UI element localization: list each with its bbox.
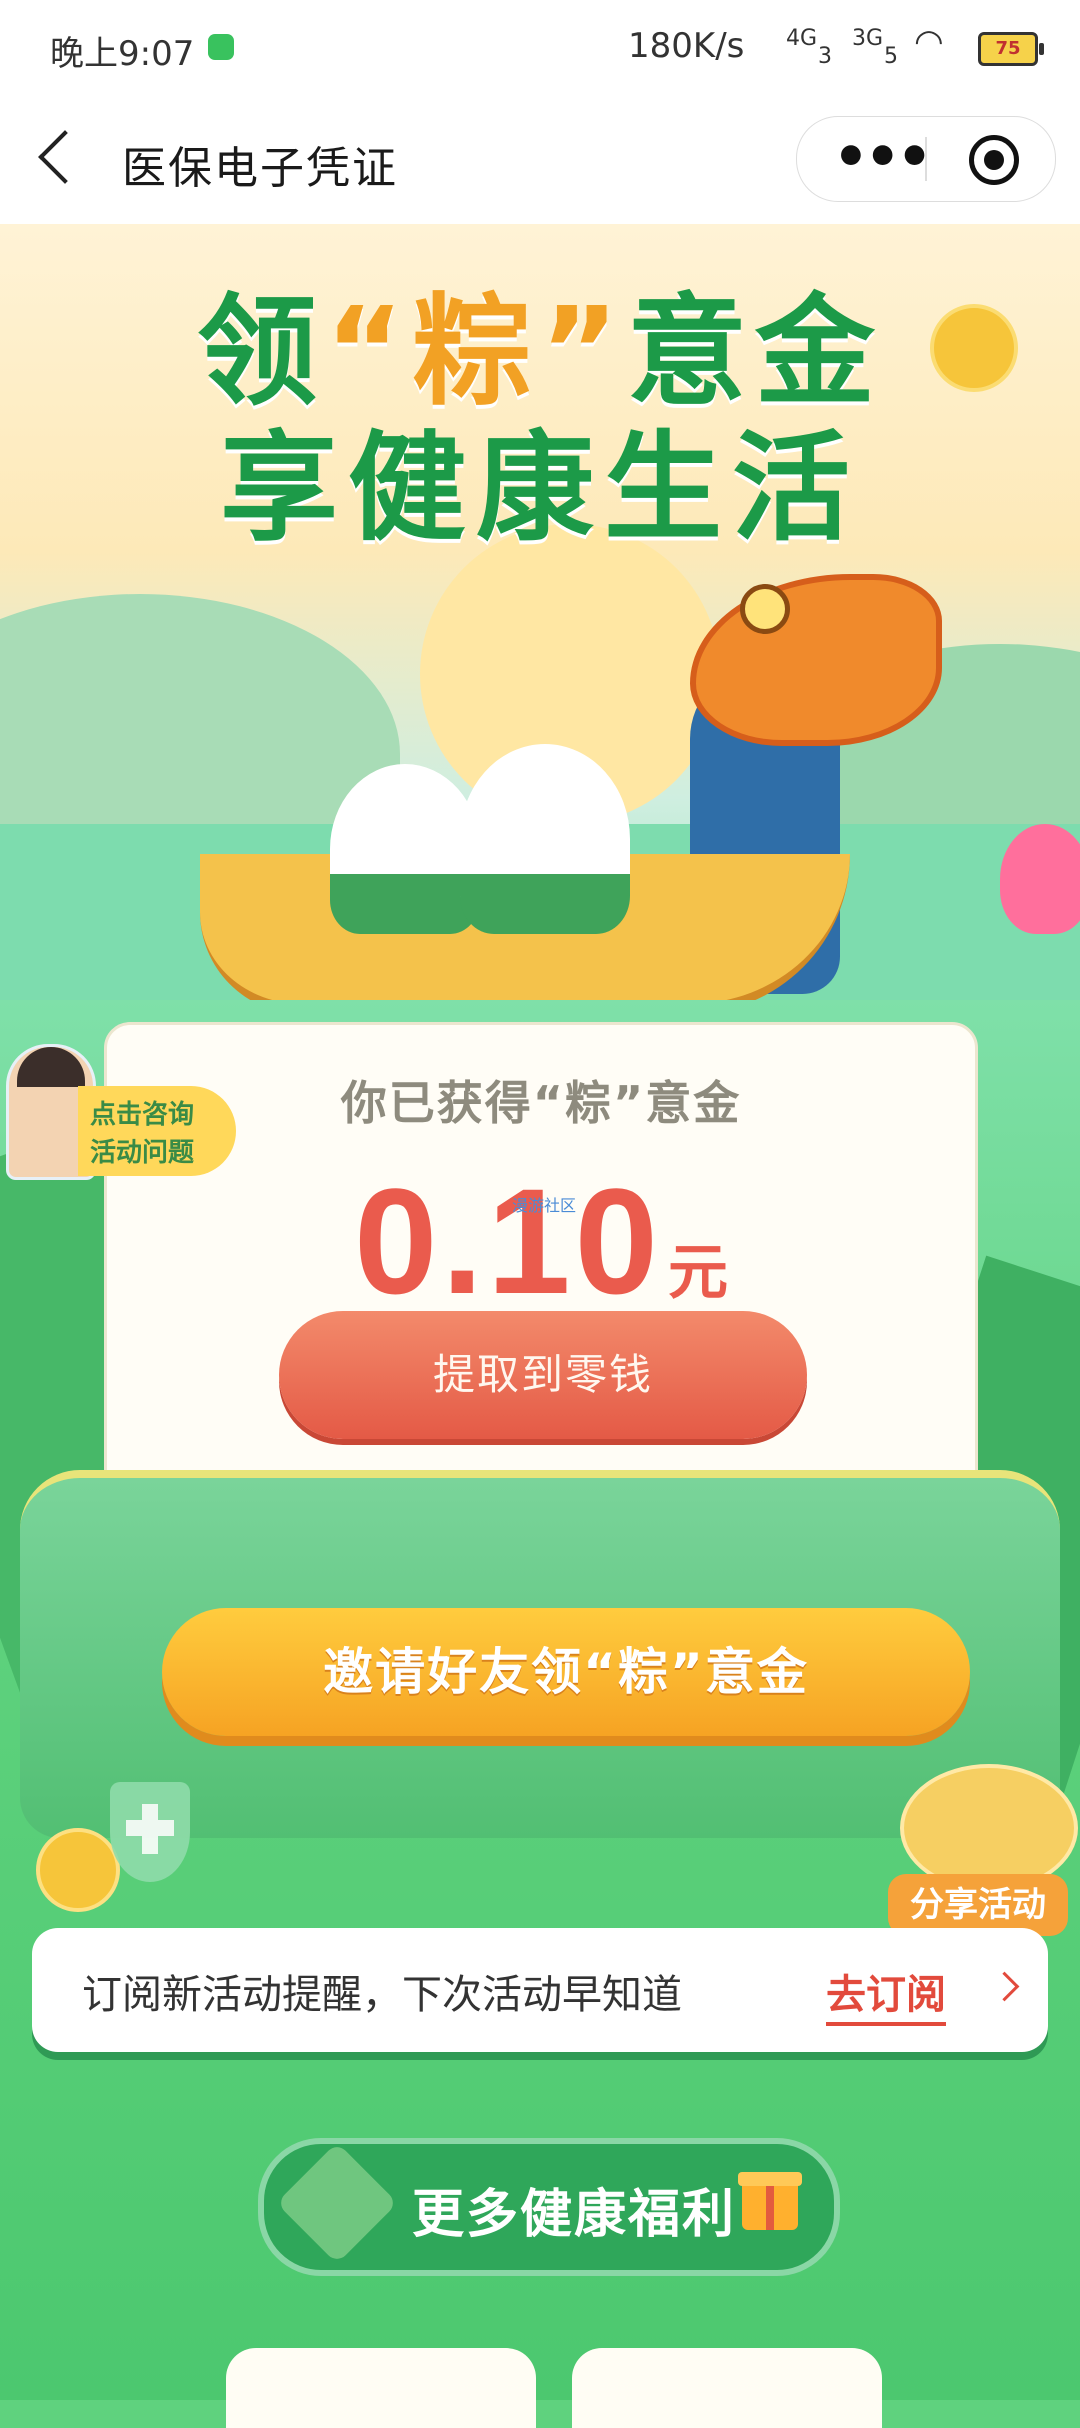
zongzi-icon [276,2142,398,2264]
zongzi-character-right [460,744,630,934]
benefit-card-1[interactable] [226,2348,536,2428]
back-arrow-icon[interactable] [38,130,92,184]
signal-4g-bars: 3 [818,44,832,69]
more-button[interactable]: ••• [833,125,932,190]
subscribe-link[interactable]: 去订阅 [826,1962,946,2026]
nav-bar: 医保电子凭证 ••• [0,96,1080,224]
mini-program-capsule: ••• [796,116,1056,202]
reward-unit: 元 [667,1238,728,1308]
capsule-divider [925,137,927,181]
watermark-text: 漫游社区 [512,1196,577,1215]
dragon-head-illustration [690,574,942,746]
dragon-eye-illustration [740,584,790,634]
subscribe-text: 订阅新活动提醒，下次活动早知道 [82,1972,682,2018]
consult-line1: 点击咨询 [90,1100,195,1130]
reward-title: 你已获得“粽”意金 [340,1076,742,1130]
subscribe-bar[interactable]: 订阅新活动提醒，下次活动早知道 去订阅 [32,1928,1048,2052]
reward-amount-row: 0.10 元 [107,1155,975,1328]
benefit-card-2[interactable] [572,2348,882,2428]
signal-3g-icon: 3G [852,26,884,51]
signal-3g-bars: 5 [884,44,898,69]
reward-amount: 0.10 [354,1157,662,1325]
consult-badge[interactable]: 点击咨询 活动问题 [78,1086,236,1176]
share-activity-button[interactable]: 分享活动 [888,1874,1068,1936]
share-illustration[interactable] [900,1764,1078,1892]
wifi-icon: ◠ [914,22,944,62]
reward-card: 你已获得“粽”意金 0.10 元 提取到零钱 [104,1022,978,1528]
mascot-character[interactable] [1000,824,1080,934]
battery-icon: 75 [978,32,1044,66]
hero-banner: 领“粽”意金 享健康生活 [0,224,1080,1044]
zongzi-character-left [330,764,480,934]
consult-line2: 活动问题 [90,1138,195,1168]
close-target-icon[interactable] [969,135,1019,185]
invite-friends-button[interactable]: 邀请好友领“粽”意金 [162,1608,970,1736]
more-benefits-title: 更多健康福利 [412,2185,737,2245]
coin-stack-icon [36,1828,120,1912]
withdraw-button[interactable]: 提取到零钱 [279,1311,807,1439]
status-bar: 晚上9:07 180K/s 4G 3 3G 5 ◠ 75 [0,0,1080,96]
signal-4g-icon: 4G [786,26,818,51]
headline-line2: 享健康生活 [219,419,860,557]
gift-icon [738,2172,802,2230]
app-notification-icon [208,34,234,60]
chevron-right-icon[interactable] [989,1971,1020,2002]
more-benefits-header: 更多健康福利 [258,2138,840,2276]
page-title: 医保电子凭证 [122,143,398,194]
medical-shield-icon [110,1782,190,1882]
status-time: 晚上9:07 [50,34,195,74]
network-speed: 180K/s [628,26,745,66]
